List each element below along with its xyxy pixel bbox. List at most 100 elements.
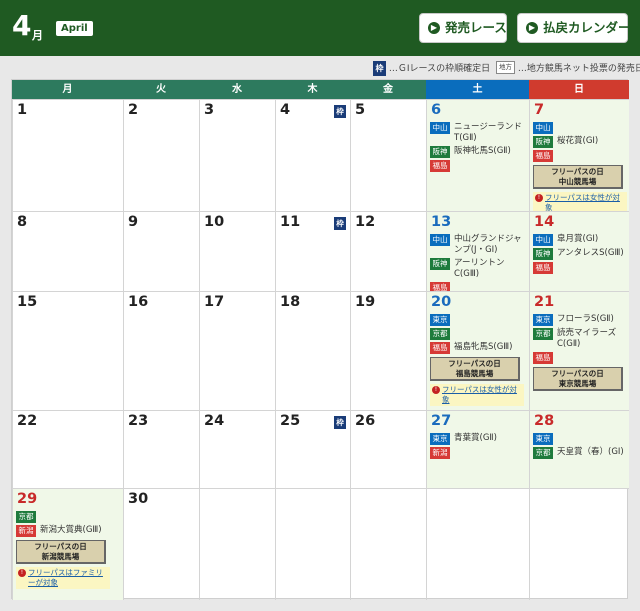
- day-cell[interactable]: 22: [12, 410, 123, 488]
- race-name: 天皇賞（春）(GⅠ): [557, 447, 624, 457]
- day-number: 14: [534, 214, 555, 230]
- race-item[interactable]: 福島: [533, 262, 627, 274]
- race-item[interactable]: 京都 読売マイラーズC(GⅡ): [533, 328, 627, 350]
- race-name: 読売マイラーズC(GⅡ): [557, 328, 617, 349]
- day-cell[interactable]: 29 京都 新潟 新潟大賞典(GⅢ) フリーパスの日 新潟競馬場! フリーパスはファミリーが…: [12, 488, 123, 600]
- refund-calendar-button[interactable]: ▶ 払戻カレンダー: [517, 13, 631, 43]
- venue-badge: 福島: [430, 160, 450, 172]
- day-cell[interactable]: 4枠: [275, 99, 350, 211]
- day-number: 12: [355, 214, 376, 230]
- race-list: 東京京都 天皇賞（春）(GⅠ): [533, 433, 627, 461]
- day-cell[interactable]: 20 東京京都福島 福島牝馬S(GⅢ) フリーパスの日 福島競馬場 ! フリーパスは女性が対…: [426, 291, 529, 410]
- race-item[interactable]: 福島 福島牝馬S(GⅢ): [430, 342, 527, 354]
- freepass-line: 新潟競馬場: [41, 552, 80, 561]
- empty-day-cell: [275, 488, 350, 600]
- month-unit: 月: [32, 29, 43, 42]
- day-number: 10: [204, 214, 225, 230]
- frame-badge-icon: 枠: [334, 416, 346, 429]
- day-cell[interactable]: 16: [123, 291, 199, 410]
- day-number: 1: [17, 102, 28, 118]
- day-cell[interactable]: 27 東京 青葉賞(GⅡ) 新潟: [426, 410, 529, 488]
- day-cell[interactable]: 6 中山 ニュージーランドT(GⅡ) 阪神 阪神牝馬S(GⅡ) 福島: [426, 99, 529, 211]
- sale-races-button[interactable]: ▶ 発売レース: [419, 13, 507, 43]
- freepass-banner[interactable]: フリーパスの日 福島競馬場: [430, 357, 520, 381]
- race-item[interactable]: 中山 ニュージーランドT(GⅡ): [430, 122, 527, 144]
- day-cell[interactable]: 13 中山 中山グランドジャンプ(J・GⅠ) 阪神 アーリントンC(GⅢ) 福島: [426, 211, 529, 294]
- race-item[interactable]: 福島: [430, 160, 527, 172]
- venue-badge: 東京: [430, 433, 450, 445]
- day-cell[interactable]: 26: [350, 410, 426, 488]
- venue-badge: 新潟: [430, 447, 450, 459]
- empty-day-cell: [350, 488, 426, 600]
- day-cell[interactable]: 11 枠: [275, 211, 350, 291]
- race-name: ニュージーランドT(GⅡ): [454, 122, 522, 143]
- venue-badge: 阪神: [533, 248, 553, 260]
- race-item[interactable]: 福島: [533, 150, 627, 162]
- day-cell[interactable]: 17: [199, 291, 275, 410]
- race-name: 桜花賞(GⅠ): [557, 136, 599, 146]
- day-number: 8: [17, 214, 28, 230]
- day-cell[interactable]: 5: [350, 99, 426, 211]
- freepass-banner[interactable]: フリーパスの日 東京競馬場: [533, 367, 623, 391]
- weekday-header: 水: [199, 80, 275, 99]
- day-cell[interactable]: 28 東京 京都 天皇賞（春）(GⅠ): [529, 410, 629, 488]
- day-number: 5: [355, 102, 366, 118]
- freepass-note-text: フリーパスはファミリーが対象: [28, 568, 103, 587]
- day-cell[interactable]: 24: [199, 410, 275, 488]
- freepass-note-link[interactable]: ! フリーパスは女性が対象: [430, 384, 524, 406]
- day-cell[interactable]: 1: [12, 99, 123, 211]
- day-cell[interactable]: 8: [12, 211, 123, 291]
- freepass-note-link[interactable]: ! フリーパスはファミリーが対象: [16, 567, 110, 589]
- freepass-note-text: フリーパスは女性が対象: [442, 385, 517, 404]
- race-name: アーリントンC(GⅢ): [454, 258, 505, 279]
- race-item[interactable]: 阪神 桜花賞(GⅠ): [533, 136, 627, 148]
- day-cell[interactable]: 21 東京 フローラS(GⅡ) 京都 読売マイラーズC(GⅡ) 福島 フリーパスの日 東京競馬…: [529, 291, 629, 410]
- venue-badge: 阪神: [430, 258, 450, 270]
- race-item[interactable]: 福島: [533, 352, 627, 364]
- weekday-header: 土: [426, 80, 529, 99]
- race-item[interactable]: 中山 皐月賞(GⅠ): [533, 234, 627, 246]
- race-item[interactable]: 新潟: [430, 447, 527, 459]
- race-item[interactable]: 東京 フローラS(GⅡ): [533, 314, 627, 326]
- race-name: 皐月賞(GⅠ): [557, 234, 599, 244]
- day-number: 3: [204, 102, 215, 118]
- day-cell[interactable]: 14 中山 皐月賞(GⅠ) 阪神 アンタレスS(GⅢ) 福島: [529, 211, 629, 291]
- day-cell[interactable]: 10: [199, 211, 275, 291]
- day-cell[interactable]: 9: [123, 211, 199, 291]
- day-cell[interactable]: 7 中山阪神 桜花賞(GⅠ) 福島フリーパスの日 中山競馬場! フリーパスは女性が対象: [529, 99, 629, 214]
- race-item[interactable]: 京都: [430, 328, 527, 340]
- alert-icon: !: [535, 194, 543, 202]
- day-cell[interactable]: 12: [350, 211, 426, 291]
- day-cell[interactable]: 3: [199, 99, 275, 211]
- race-item[interactable]: 中山: [533, 122, 627, 134]
- race-item[interactable]: 京都: [16, 511, 121, 523]
- freepass-banner[interactable]: フリーパスの日 中山競馬場: [533, 165, 623, 189]
- day-number: 30: [128, 491, 149, 507]
- legend-frame-text: …ＧⅠレースの枠順確定日: [388, 64, 491, 74]
- race-item[interactable]: 東京 青葉賞(GⅡ): [430, 433, 527, 445]
- day-number: 24: [204, 413, 225, 429]
- day-cell[interactable]: 18: [275, 291, 350, 410]
- race-item[interactable]: 阪神 アーリントンC(GⅢ): [430, 258, 527, 280]
- day-cell[interactable]: 25 枠: [275, 410, 350, 488]
- race-list: 東京 青葉賞(GⅡ) 新潟: [430, 433, 527, 461]
- day-number: 20: [431, 294, 452, 310]
- race-item[interactable]: 阪神 アンタレスS(GⅢ): [533, 248, 627, 260]
- day-cell[interactable]: 2: [123, 99, 199, 211]
- race-item[interactable]: 東京: [430, 314, 527, 326]
- day-number: 7: [534, 102, 545, 118]
- race-item[interactable]: 東京: [533, 433, 627, 445]
- race-item[interactable]: 阪神 阪神牝馬S(GⅡ): [430, 146, 527, 158]
- race-item[interactable]: 中山 中山グランドジャンプ(J・GⅠ): [430, 234, 527, 256]
- race-item[interactable]: 京都 天皇賞（春）(GⅠ): [533, 447, 627, 459]
- freepass-banner[interactable]: フリーパスの日 新潟競馬場: [16, 540, 106, 564]
- day-cell[interactable]: 15: [12, 291, 123, 410]
- day-number: 13: [431, 214, 452, 230]
- day-number: 18: [280, 294, 301, 310]
- day-cell[interactable]: 30: [123, 488, 199, 600]
- day-cell[interactable]: 23: [123, 410, 199, 488]
- race-item[interactable]: 新潟 新潟大賞典(GⅢ): [16, 525, 121, 537]
- day-cell[interactable]: 19: [350, 291, 426, 410]
- freepass-note-text: フリーパスは女性が対象: [545, 193, 620, 212]
- day-number: 11: [280, 214, 301, 230]
